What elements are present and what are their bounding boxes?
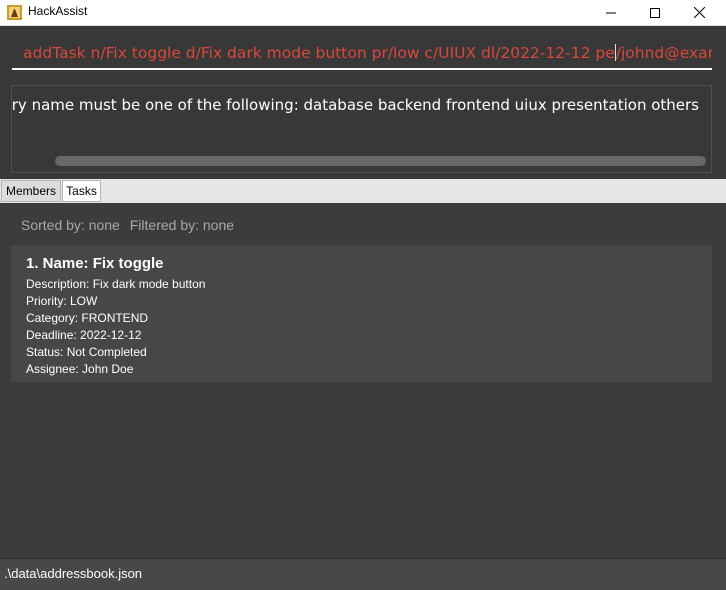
command-input[interactable]: addTask n/Fix toggle d/Fix dark mode but… xyxy=(12,38,712,70)
sorted-by-label: Sorted by: none xyxy=(21,217,120,233)
task-assignee: Assignee: John Doe xyxy=(26,362,134,376)
window-title: HackAssist xyxy=(28,4,88,18)
close-button[interactable] xyxy=(676,0,722,25)
sort-filter-info: Sorted by: none Filtered by: none xyxy=(21,217,240,233)
horizontal-scrollbar[interactable] xyxy=(55,156,706,166)
task-status: Status: Not Completed xyxy=(26,345,147,359)
command-text-after-caret: /johnd@exampl xyxy=(615,44,712,62)
app-logo-icon xyxy=(7,5,22,20)
tab-members[interactable]: Members xyxy=(1,180,61,202)
app-window: HackAssist addTask n/Fix toggle d/Fix da… xyxy=(0,0,726,590)
status-bar: .\data\addressbook.json xyxy=(0,558,726,590)
save-location-path: .\data\addressbook.json xyxy=(4,566,143,581)
tab-tasks[interactable]: Tasks xyxy=(62,180,101,202)
command-text-before-caret: addTask n/Fix toggle d/Fix dark mode but… xyxy=(23,44,615,62)
minimize-icon xyxy=(606,12,616,13)
maximize-button[interactable] xyxy=(632,0,678,25)
maximize-icon xyxy=(650,7,660,18)
task-list-panel: Sorted by: none Filtered by: none 1. Nam… xyxy=(0,203,726,558)
result-display[interactable]: Category name must be one of the followi… xyxy=(11,85,712,173)
command-box-area: addTask n/Fix toggle d/Fix dark mode but… xyxy=(0,26,726,81)
minimize-button[interactable] xyxy=(588,0,634,25)
title-bar[interactable]: HackAssist xyxy=(0,0,726,26)
task-title: 1. Name: Fix toggle xyxy=(26,255,164,272)
task-category: Category: FRONTEND xyxy=(26,311,149,325)
filtered-by-label: Filtered by: none xyxy=(129,217,235,233)
result-message: Category name must be one of the followi… xyxy=(11,96,699,114)
task-deadline: Deadline: 2022-12-12 xyxy=(26,328,142,342)
task-card[interactable]: 1. Name: Fix toggle Description: Fix dar… xyxy=(11,245,712,382)
tab-bar: Members Tasks xyxy=(0,179,726,203)
task-priority: Priority: LOW xyxy=(26,294,98,308)
task-description: Description: Fix dark mode button xyxy=(26,277,206,291)
close-icon xyxy=(693,7,705,18)
